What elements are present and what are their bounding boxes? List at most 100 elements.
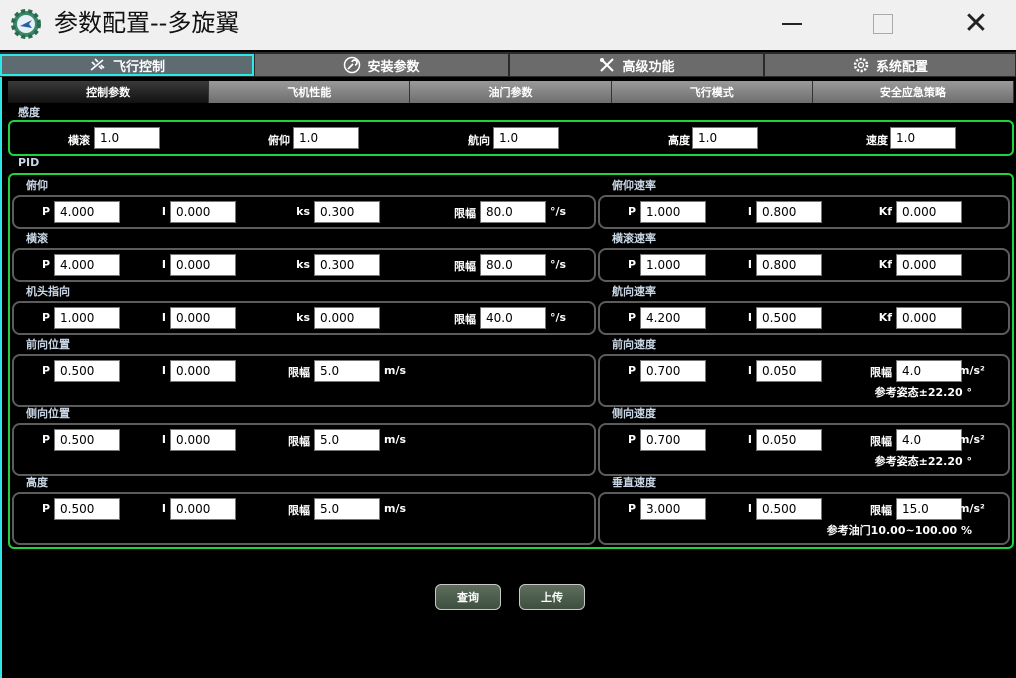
pid-value-input[interactable]: 4.000 bbox=[54, 254, 120, 276]
pid-value-input[interactable]: 0.500 bbox=[54, 429, 120, 451]
pid-value-input[interactable]: 40.0 bbox=[480, 307, 546, 329]
pid-value-input[interactable]: 0.800 bbox=[756, 201, 822, 223]
field-label: 航向 bbox=[468, 134, 490, 147]
pid-section-box: P 4.000 I 0.000 ks 0.300 限幅 80.0 °/s bbox=[12, 248, 596, 282]
pid-value-input[interactable]: 0.500 bbox=[756, 307, 822, 329]
pid-value-input[interactable]: 80.0 bbox=[480, 201, 546, 223]
reference-note: 参考姿态±22.20 ° bbox=[874, 386, 972, 399]
pid-value-input[interactable]: 5.0 bbox=[314, 360, 380, 382]
pid-field-label: I bbox=[747, 502, 752, 515]
subtab-control-params[interactable]: 控制参数 bbox=[8, 81, 210, 103]
pid-field-label: P bbox=[41, 364, 50, 377]
pid-value-input[interactable]: 0.500 bbox=[54, 360, 120, 382]
pid-field-label: I bbox=[161, 364, 166, 377]
pid-value-input[interactable]: 0.500 bbox=[756, 498, 822, 520]
sensitivity-title: 感度 bbox=[18, 106, 40, 119]
pid-value-input[interactable]: 0.000 bbox=[170, 254, 236, 276]
reference-note: 参考油门10.00~100.00 % bbox=[826, 524, 972, 537]
pid-field-label: I bbox=[161, 433, 166, 446]
pid-value-input[interactable]: 0.700 bbox=[640, 360, 706, 382]
pid-value-input[interactable]: 5.0 bbox=[314, 498, 380, 520]
tab-advanced[interactable]: 高级功能 bbox=[510, 54, 764, 76]
pid-value-input[interactable]: 5.0 bbox=[314, 429, 380, 451]
pid-value-input[interactable]: 0.050 bbox=[756, 429, 822, 451]
pid-field-label: I bbox=[161, 311, 166, 324]
pid-value-input[interactable]: 0.000 bbox=[314, 307, 380, 329]
pid-section-box: P 4.000 I 0.000 ks 0.300 限幅 80.0 °/s bbox=[12, 195, 596, 229]
content-panel: 控制参数 飞机性能 油门参数 飞行模式 安全应急策略 感度 横滚 1.0 俯仰 … bbox=[0, 77, 1016, 678]
pid-field-label: P bbox=[41, 311, 50, 324]
pid-value-input[interactable]: 0.000 bbox=[896, 201, 962, 223]
pid-field-label: Kf bbox=[878, 258, 892, 271]
pid-value-input[interactable]: 4.0 bbox=[896, 360, 962, 382]
query-button[interactable]: 查询 bbox=[435, 584, 501, 610]
pitch-sensitivity-input[interactable]: 1.0 bbox=[293, 127, 359, 149]
pid-value-input[interactable]: 0.000 bbox=[170, 498, 236, 520]
pid-section-title: 垂直速度 bbox=[612, 476, 656, 489]
pid-value-input[interactable]: 1.000 bbox=[640, 254, 706, 276]
subtab-throttle-params[interactable]: 油门参数 bbox=[410, 81, 612, 103]
pid-field-label: P bbox=[41, 205, 50, 218]
tab-label: 飞行控制 bbox=[112, 59, 165, 75]
pid-section-title: 机头指向 bbox=[26, 285, 70, 298]
pid-field-label: I bbox=[747, 364, 752, 377]
pid-value-input[interactable]: 0.300 bbox=[314, 201, 380, 223]
pid-value-input[interactable]: 0.000 bbox=[170, 201, 236, 223]
title-bar: 参数配置--多旋翼 ✕ bbox=[0, 0, 1016, 50]
pid-value-input[interactable]: 0.000 bbox=[896, 307, 962, 329]
pid-field-label: I bbox=[747, 205, 752, 218]
pid-value-input[interactable]: 0.500 bbox=[54, 498, 120, 520]
close-button[interactable]: ✕ bbox=[956, 6, 996, 42]
pid-value-input[interactable]: 3.000 bbox=[640, 498, 706, 520]
pid-field-label: 限幅 bbox=[870, 504, 892, 517]
roll-sensitivity-input[interactable]: 1.0 bbox=[94, 127, 160, 149]
pid-field-label: ks bbox=[296, 258, 310, 271]
unit-label: m/s bbox=[384, 364, 407, 377]
wrench-icon bbox=[344, 56, 361, 74]
pid-value-input[interactable]: 0.050 bbox=[756, 360, 822, 382]
pid-value-input[interactable]: 1.000 bbox=[54, 307, 120, 329]
pid-section-title: 俯仰速率 bbox=[612, 179, 656, 192]
unit-label: m/s² bbox=[958, 364, 985, 377]
pid-value-input[interactable]: 4.200 bbox=[640, 307, 706, 329]
yaw-sensitivity-input[interactable]: 1.0 bbox=[493, 127, 559, 149]
pid-field-label: P bbox=[627, 205, 636, 218]
subtab-flight-mode[interactable]: 飞行模式 bbox=[611, 81, 813, 103]
pid-value-input[interactable]: 15.0 bbox=[896, 498, 962, 520]
pid-field-label: P bbox=[627, 502, 636, 515]
pid-section-box: P 0.500 I 0.000 限幅 5.0 m/s bbox=[12, 492, 596, 545]
pid-value-input[interactable]: 0.000 bbox=[896, 254, 962, 276]
pid-value-input[interactable]: 80.0 bbox=[480, 254, 546, 276]
pid-section-title: 俯仰 bbox=[26, 179, 48, 192]
pid-value-input[interactable]: 4.000 bbox=[54, 201, 120, 223]
pid-value-input[interactable]: 0.800 bbox=[756, 254, 822, 276]
pid-field-label: I bbox=[747, 433, 752, 446]
pid-value-input[interactable]: 0.000 bbox=[170, 360, 236, 382]
altitude-sensitivity-input[interactable]: 1.0 bbox=[692, 127, 758, 149]
app-logo-icon bbox=[11, 9, 41, 39]
tab-system-config[interactable]: 系统配置 bbox=[765, 54, 1016, 76]
tools-icon bbox=[600, 58, 615, 72]
pid-value-input[interactable]: 0.300 bbox=[314, 254, 380, 276]
pid-value-input[interactable]: 0.700 bbox=[640, 429, 706, 451]
pid-field-label: 限幅 bbox=[454, 207, 476, 220]
tab-install-params[interactable]: 安装参数 bbox=[255, 54, 509, 76]
pid-value-input[interactable]: 1.000 bbox=[640, 201, 706, 223]
speed-sensitivity-input[interactable]: 1.0 bbox=[890, 127, 956, 149]
minimize-button[interactable] bbox=[772, 6, 812, 42]
subtab-aircraft-performance[interactable]: 飞机性能 bbox=[209, 81, 411, 103]
maximize-button[interactable] bbox=[862, 6, 902, 42]
pid-section-title: 横滚速率 bbox=[612, 232, 656, 245]
pid-value-input[interactable]: 0.000 bbox=[170, 307, 236, 329]
window-title: 参数配置--多旋翼 bbox=[54, 9, 240, 37]
upload-button[interactable]: 上传 bbox=[519, 584, 585, 610]
tab-flight-control[interactable]: 飞行控制 bbox=[0, 54, 254, 76]
pid-field-label: 限幅 bbox=[870, 366, 892, 379]
pid-value-input[interactable]: 4.0 bbox=[896, 429, 962, 451]
pid-value-input[interactable]: 0.000 bbox=[170, 429, 236, 451]
unit-label: °/s bbox=[550, 205, 567, 218]
pid-section-title: 航向速率 bbox=[612, 285, 656, 298]
unit-label: m/s bbox=[384, 502, 407, 515]
main-tab-bar: 飞行控制 安装参数 高级功能 系统配置 bbox=[0, 52, 1016, 78]
subtab-safety-strategy[interactable]: 安全应急策略 bbox=[812, 81, 1015, 103]
